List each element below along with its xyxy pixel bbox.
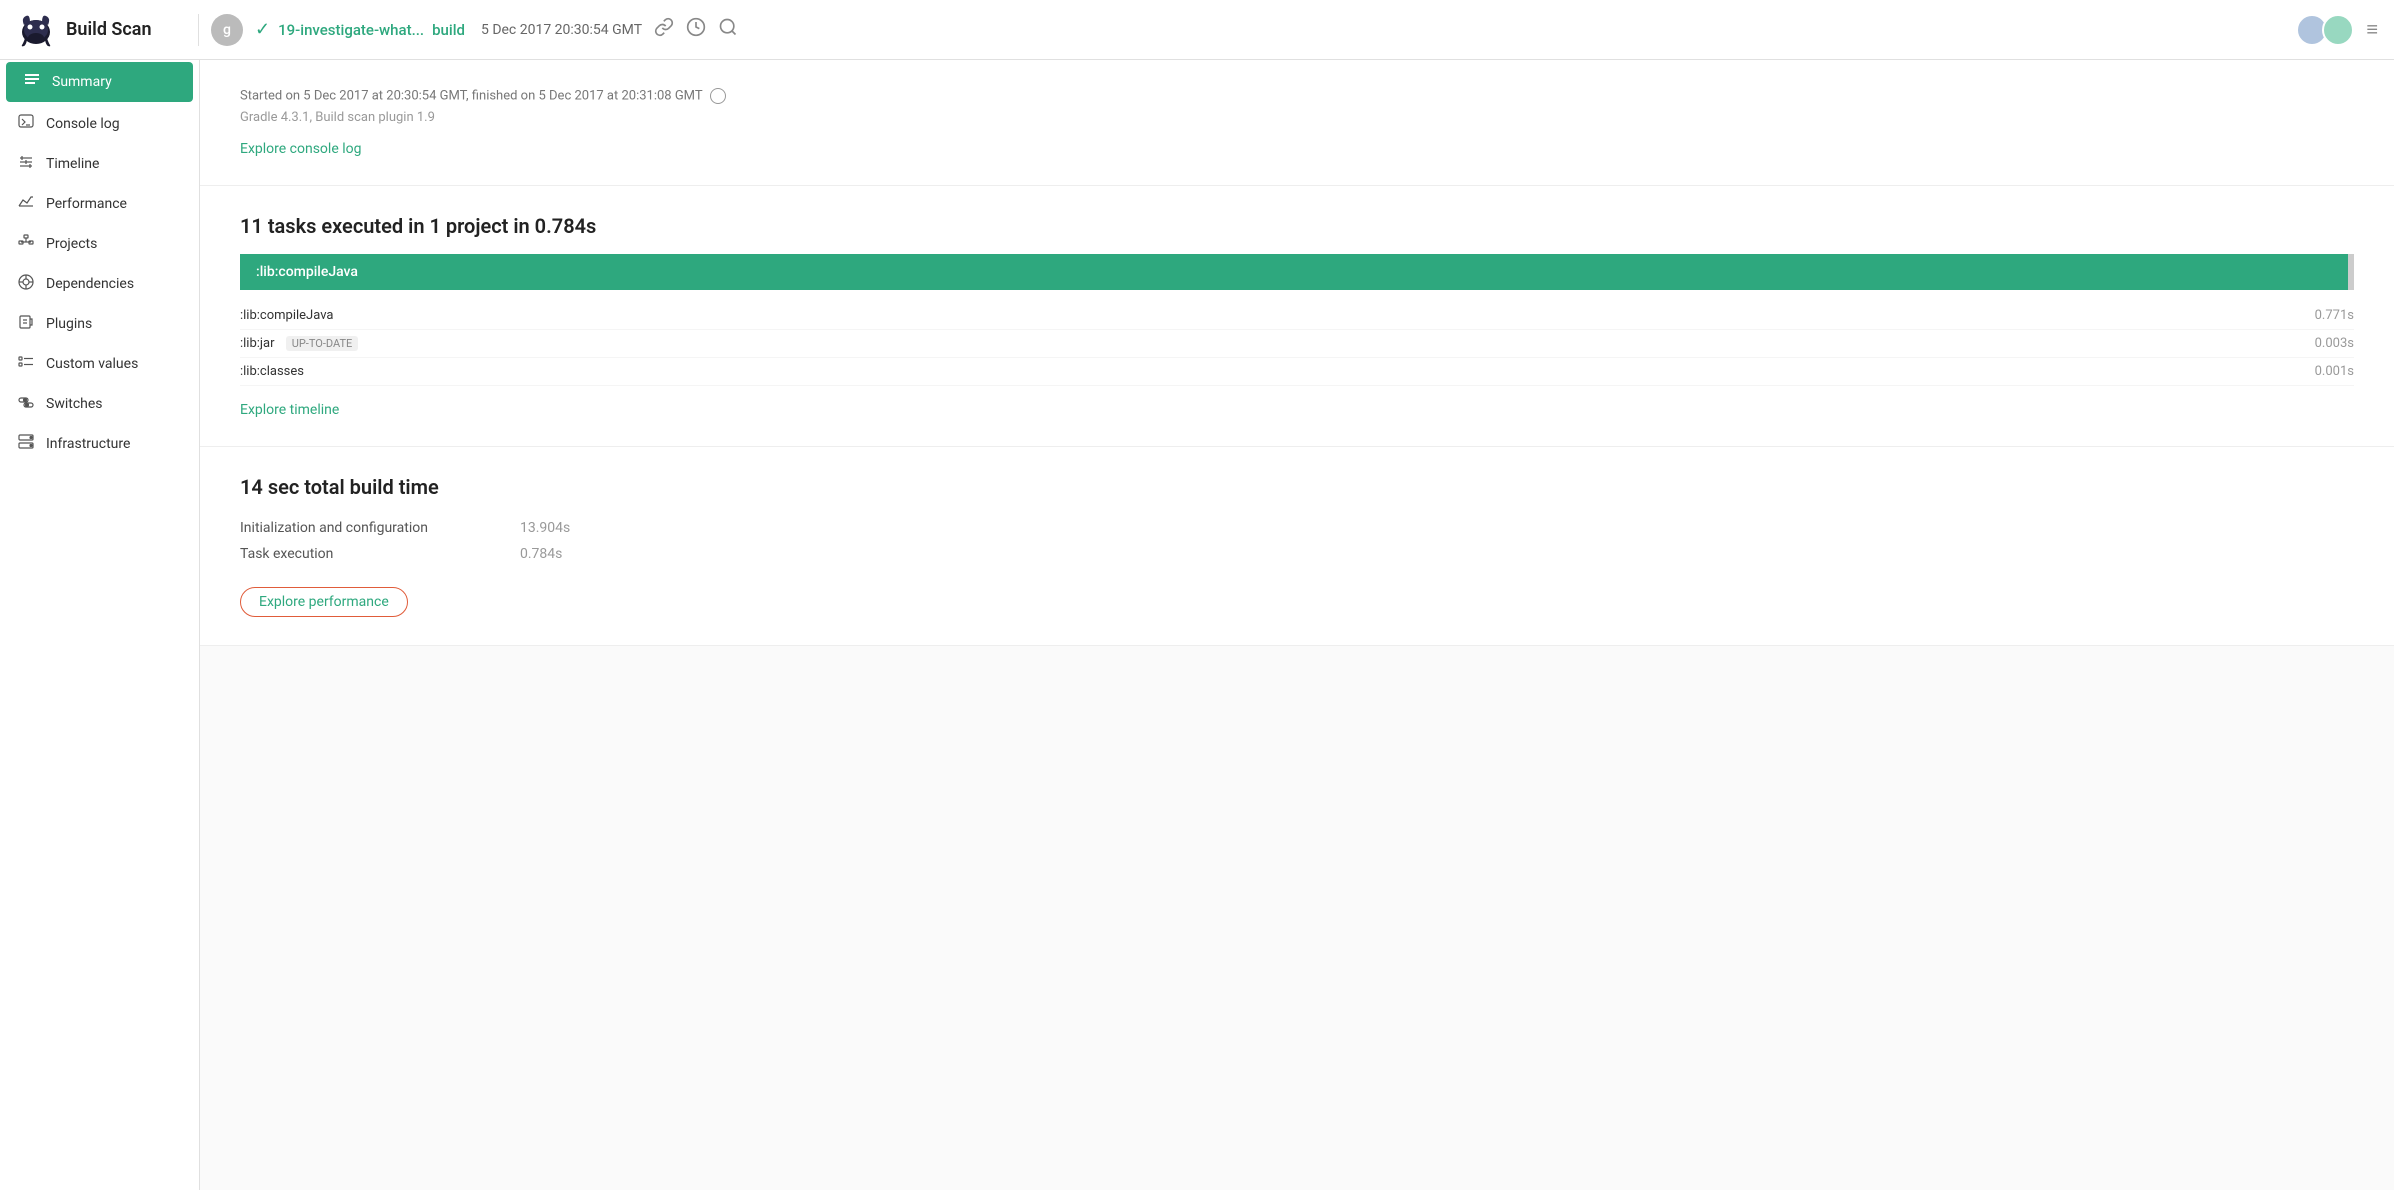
body: Summary Console log Timeline	[0, 60, 2394, 1190]
plugins-icon	[16, 314, 36, 334]
build-started-info: Started on 5 Dec 2017 at 20:30:54 GMT, f…	[240, 88, 2354, 104]
header-action-icons	[654, 17, 738, 42]
timeline-icon	[16, 154, 36, 174]
sidebar-item-projects[interactable]: Projects	[0, 224, 199, 264]
header: Build Scan g ✓ 19-investigate-what... bu…	[0, 0, 2394, 60]
tasks-section: 11 tasks executed in 1 project in 0.784s…	[200, 186, 2394, 447]
tasks-header: 11 tasks executed in 1 project in 0.784s	[240, 214, 2354, 238]
sidebar-item-performance[interactable]: Performance	[0, 184, 199, 224]
infrastructure-icon	[16, 434, 36, 454]
task-time-2: 0.001s	[2315, 364, 2354, 379]
perf-label-1: Task execution	[240, 546, 520, 562]
sidebar-label-performance: Performance	[46, 196, 127, 212]
up-to-date-badge: UP-TO-DATE	[286, 336, 359, 351]
explore-performance-button[interactable]: Explore performance	[240, 587, 408, 617]
elephant-icon	[16, 10, 56, 50]
sidebar-label-custom-values: Custom values	[46, 356, 138, 372]
build-info-section: Started on 5 Dec 2017 at 20:30:54 GMT, f…	[200, 60, 2394, 186]
globe-icon	[710, 88, 726, 104]
sidebar-item-dependencies[interactable]: Dependencies	[0, 264, 199, 304]
summary-icon	[22, 72, 42, 92]
app-title: Build Scan	[66, 19, 152, 40]
sidebar-item-console-log[interactable]: Console log	[0, 104, 199, 144]
perf-row-0: Initialization and configuration 13.904s	[240, 515, 2354, 541]
sidebar-label-plugins: Plugins	[46, 316, 92, 332]
link-icon[interactable]	[654, 17, 674, 42]
gradle-version-info: Gradle 4.3.1, Build scan plugin 1.9	[240, 110, 2354, 125]
build-timestamp: 5 Dec 2017 20:30:54 GMT	[481, 22, 642, 38]
explore-console-log-link[interactable]: Explore console log	[240, 141, 361, 157]
task-name-1: :lib:jar UP-TO-DATE	[240, 336, 640, 351]
branch-name: 19-investigate-what...	[278, 21, 424, 39]
performance-icon	[16, 194, 36, 214]
header-divider	[198, 14, 199, 46]
sidebar-label-projects: Projects	[46, 236, 97, 252]
header-right: ≡	[2296, 14, 2378, 46]
task-name-0: :lib:compileJava	[240, 308, 640, 323]
switches-icon	[16, 394, 36, 414]
task-name-2: :lib:classes	[240, 364, 640, 379]
user-avatars	[2296, 14, 2354, 46]
user-avatar[interactable]: g	[211, 14, 243, 46]
menu-icon[interactable]: ≡	[2366, 17, 2378, 42]
task-list: :lib:compileJava 0.771s :lib:jar UP-TO-D…	[240, 302, 2354, 386]
sidebar-label-console-log: Console log	[46, 116, 120, 132]
sidebar-item-infrastructure[interactable]: Infrastructure	[0, 424, 199, 464]
sidebar-item-summary[interactable]: Summary	[6, 62, 193, 102]
sidebar-label-timeline: Timeline	[46, 156, 99, 172]
perf-value-0: 13.904s	[520, 520, 570, 536]
history-icon[interactable]	[686, 17, 706, 42]
table-row: :lib:classes 0.001s	[240, 358, 2354, 386]
sidebar-item-timeline[interactable]: Timeline	[0, 144, 199, 184]
build-label: build	[432, 21, 465, 39]
console-icon	[16, 114, 36, 134]
perf-label-0: Initialization and configuration	[240, 520, 520, 536]
table-row: :lib:jar UP-TO-DATE 0.003s	[240, 330, 2354, 358]
tasks-bar-container: :lib:compileJava	[240, 254, 2354, 290]
task-time-0: 0.771s	[2315, 308, 2354, 323]
table-row: :lib:compileJava 0.771s	[240, 302, 2354, 330]
dependencies-icon	[16, 274, 36, 294]
sidebar: Summary Console log Timeline	[0, 60, 200, 1190]
sidebar-label-dependencies: Dependencies	[46, 276, 134, 292]
highlighted-task-bar: :lib:compileJava	[240, 254, 2354, 290]
sidebar-label-infrastructure: Infrastructure	[46, 436, 130, 452]
highlighted-task-label: :lib:compileJava	[256, 264, 358, 280]
sidebar-label-summary: Summary	[52, 74, 112, 90]
app-logo: Build Scan	[16, 10, 186, 50]
projects-icon	[16, 234, 36, 254]
tasks-scrollbar	[2348, 254, 2354, 290]
sidebar-item-switches[interactable]: Switches	[0, 384, 199, 424]
search-scan-icon[interactable]	[718, 17, 738, 42]
success-icon: ✓	[255, 19, 270, 40]
sidebar-item-plugins[interactable]: Plugins	[0, 304, 199, 344]
sidebar-label-switches: Switches	[46, 396, 103, 412]
app-container: Build Scan g ✓ 19-investigate-what... bu…	[0, 0, 2394, 1190]
perf-row-1: Task execution 0.784s	[240, 541, 2354, 567]
task-time-1: 0.003s	[2315, 336, 2354, 351]
build-status: ✓ 19-investigate-what... build 5 Dec 201…	[255, 19, 642, 40]
sidebar-item-custom-values[interactable]: Custom values	[0, 344, 199, 384]
explore-timeline-link[interactable]: Explore timeline	[240, 402, 339, 418]
main-content: Started on 5 Dec 2017 at 20:30:54 GMT, f…	[200, 60, 2394, 1190]
perf-value-1: 0.784s	[520, 546, 562, 562]
performance-section: 14 sec total build time Initialization a…	[200, 447, 2394, 646]
avatar-2	[2322, 14, 2354, 46]
custom-values-icon	[16, 354, 36, 374]
performance-rows: Initialization and configuration 13.904s…	[240, 515, 2354, 567]
performance-header: 14 sec total build time	[240, 475, 2354, 499]
